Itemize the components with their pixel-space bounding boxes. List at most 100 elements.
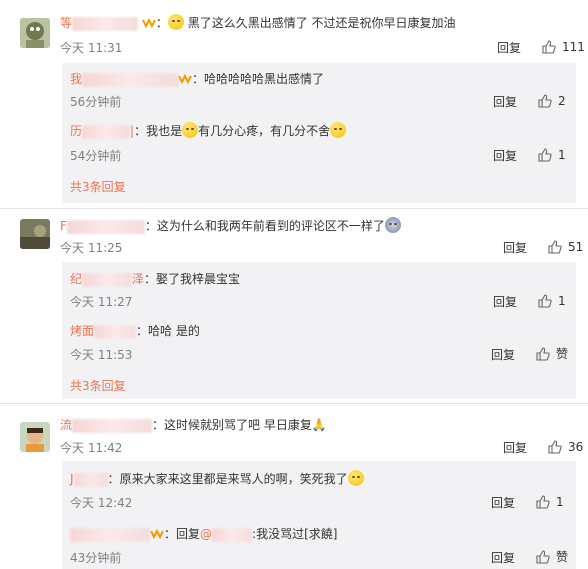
thumbs-up-icon xyxy=(542,40,556,54)
reply-text-line: 纪泽：娶了我梓晨宝宝 xyxy=(70,272,241,287)
vip-badge-icon xyxy=(178,73,192,85)
reply-time: 今天 11:27 xyxy=(70,295,133,309)
reply-time: 43分钟前 xyxy=(70,551,122,565)
username[interactable]: 我 xyxy=(70,72,82,86)
username[interactable]: 历 xyxy=(70,124,82,138)
comment-text-line: 流：这时候就别骂了吧 早日康复🙏 xyxy=(60,418,327,433)
username-redacted xyxy=(82,72,179,87)
comment-text: 这为什么和我两年前看到的评论区不一样了 xyxy=(156,219,385,233)
mention-redacted xyxy=(212,527,253,542)
comment-text: 这时候就别骂了吧 早日康复 xyxy=(164,418,312,432)
username-redacted xyxy=(66,219,145,234)
reply: 烤面 ：哈哈 是的 今天 11:53 回复 赞 xyxy=(62,315,576,365)
thumbs-up-icon xyxy=(538,294,552,308)
reply-text-line: 我：哈哈哈哈哈黑出感情了 xyxy=(70,72,325,87)
reply: 我：哈哈哈哈哈黑出感情了 56分钟前 回复 2 xyxy=(62,63,576,113)
reply-text: 我也是 xyxy=(146,124,183,138)
reply-text: 有几分心疼，有几分不舍 xyxy=(198,124,331,138)
reply-text: 回复 xyxy=(176,527,201,541)
thumbs-up-icon xyxy=(536,550,550,564)
like-count: 36 xyxy=(568,440,584,454)
username-redacted xyxy=(82,124,131,139)
thumbs-up-icon xyxy=(536,495,550,509)
like-button[interactable]: 2 xyxy=(538,94,566,108)
like-label: 赞 xyxy=(556,347,569,361)
username-redacted[interactable] xyxy=(70,527,150,542)
view-all-replies-link[interactable]: 共3条回复 xyxy=(70,180,126,194)
avatar[interactable] xyxy=(20,18,50,48)
reply-list: 我：哈哈哈哈哈黑出感情了 56分钟前 回复 2 历 |：我也是 有几分心疼，有几分不… xyxy=(62,63,576,203)
comment: 流：这时候就别骂了吧 早日康复🙏 今天 11:42 回复 36 J ：原来大家来这… xyxy=(0,404,588,569)
like-count: 1 xyxy=(556,495,564,509)
like-button[interactable]: 1 xyxy=(538,294,566,308)
reply-button[interactable]: 回复 xyxy=(491,551,515,565)
reply-text: 娶了我梓晨宝宝 xyxy=(156,272,241,286)
reply: ：回复@:我没骂过[求饒] 43分钟前 回复 赞 xyxy=(62,516,576,569)
comment-text-line: F ：这为什么和我两年前看到的评论区不一样了 xyxy=(60,217,401,235)
reply-button[interactable]: 回复 xyxy=(491,348,515,362)
username-redacted xyxy=(72,418,153,433)
username-redacted xyxy=(73,472,108,487)
username[interactable]: 纪 xyxy=(70,272,82,286)
reply-text-line: 烤面 ：哈哈 是的 xyxy=(70,324,200,339)
comment-text: 黑了这么久黑出感情了 不过还是祝你早日康复加油 xyxy=(187,16,456,30)
username[interactable]: 烤面 xyxy=(70,324,94,338)
vip-badge-icon xyxy=(150,528,164,540)
laugh-emoji-icon xyxy=(347,470,364,486)
reply-text-line: 历 |：我也是 有几分心疼，有几分不舍 xyxy=(70,122,347,140)
avatar-image-icon xyxy=(20,18,50,48)
username[interactable]: 流 xyxy=(60,418,72,432)
thumbs-up-icon xyxy=(538,94,552,108)
like-count: 2 xyxy=(558,94,566,108)
like-label: 赞 xyxy=(556,550,569,564)
comment-time: 今天 11:25 xyxy=(60,241,123,255)
avatar-image-icon xyxy=(20,422,50,452)
emoji-icon xyxy=(330,122,347,138)
emoji-icon xyxy=(384,217,401,233)
reply-text: 哈哈 是的 xyxy=(148,324,200,338)
avatar[interactable] xyxy=(20,422,50,452)
username-redacted xyxy=(94,324,137,339)
reply-text-line: ：回复@:我没骂过[求饒] xyxy=(70,525,337,543)
reply-time: 56分钟前 xyxy=(70,95,122,109)
like-count: 111 xyxy=(562,40,585,54)
avatar-image-icon xyxy=(20,219,50,249)
like-button[interactable]: 51 xyxy=(548,240,583,254)
reply-button[interactable]: 回复 xyxy=(503,441,527,455)
reply-button[interactable]: 回复 xyxy=(503,241,527,255)
mention-link[interactable]: @ xyxy=(200,527,212,541)
like-button[interactable]: 赞 xyxy=(536,347,568,361)
username-redacted xyxy=(82,272,133,287)
like-button[interactable]: 111 xyxy=(542,40,585,54)
like-button[interactable]: 1 xyxy=(538,148,566,162)
reply-time: 54分钟前 xyxy=(70,149,122,163)
username[interactable]: F xyxy=(60,219,67,233)
avatar[interactable] xyxy=(20,219,50,249)
username-tail: 泽 xyxy=(132,272,145,286)
like-button[interactable]: 36 xyxy=(548,440,583,454)
reply-text: 哈哈哈哈哈黑出感情了 xyxy=(204,72,325,86)
thumbs-up-icon xyxy=(548,440,562,454)
username[interactable]: 等 xyxy=(60,16,72,30)
like-button[interactable]: 赞 xyxy=(536,550,568,564)
reply-text-line: J ：原来大家来这里都是来骂人的啊，笑死我了 xyxy=(70,470,364,488)
reply-button[interactable]: 回复 xyxy=(497,41,521,55)
view-all-replies-link[interactable]: 共3条回复 xyxy=(70,379,126,393)
reply-time: 今天 11:53 xyxy=(70,348,133,362)
reply-button[interactable]: 回复 xyxy=(493,149,517,163)
reply-text: :我没骂过[求饒] xyxy=(252,527,338,541)
reply-button[interactable]: 回复 xyxy=(491,496,515,510)
thumbs-up-icon xyxy=(538,148,552,162)
vip-badge-icon xyxy=(141,17,156,29)
reply-button[interactable]: 回复 xyxy=(493,95,517,109)
comment-text-line: 等 ： 黑了这么久黑出感情了 不过还是祝你早日康复加油 xyxy=(60,14,456,31)
username-redacted xyxy=(72,16,139,31)
like-count: 1 xyxy=(558,294,566,308)
reply-list: J ：原来大家来这里都是来骂人的啊，笑死我了 今天 12:42 回复 1 ：回复@… xyxy=(62,461,576,569)
like-button[interactable]: 1 xyxy=(536,495,564,509)
reply-list: 纪泽：娶了我梓晨宝宝 今天 11:27 回复 1 烤面 ：哈哈 是的 今天 11:… xyxy=(62,262,576,399)
like-count: 51 xyxy=(568,240,584,254)
reply: J ：原来大家来这里都是来骂人的啊，笑死我了 今天 12:42 回复 1 xyxy=(62,461,576,514)
reply-button[interactable]: 回复 xyxy=(493,295,517,309)
reply-text: 原来大家来这里都是来骂人的啊，笑死我了 xyxy=(119,472,348,486)
